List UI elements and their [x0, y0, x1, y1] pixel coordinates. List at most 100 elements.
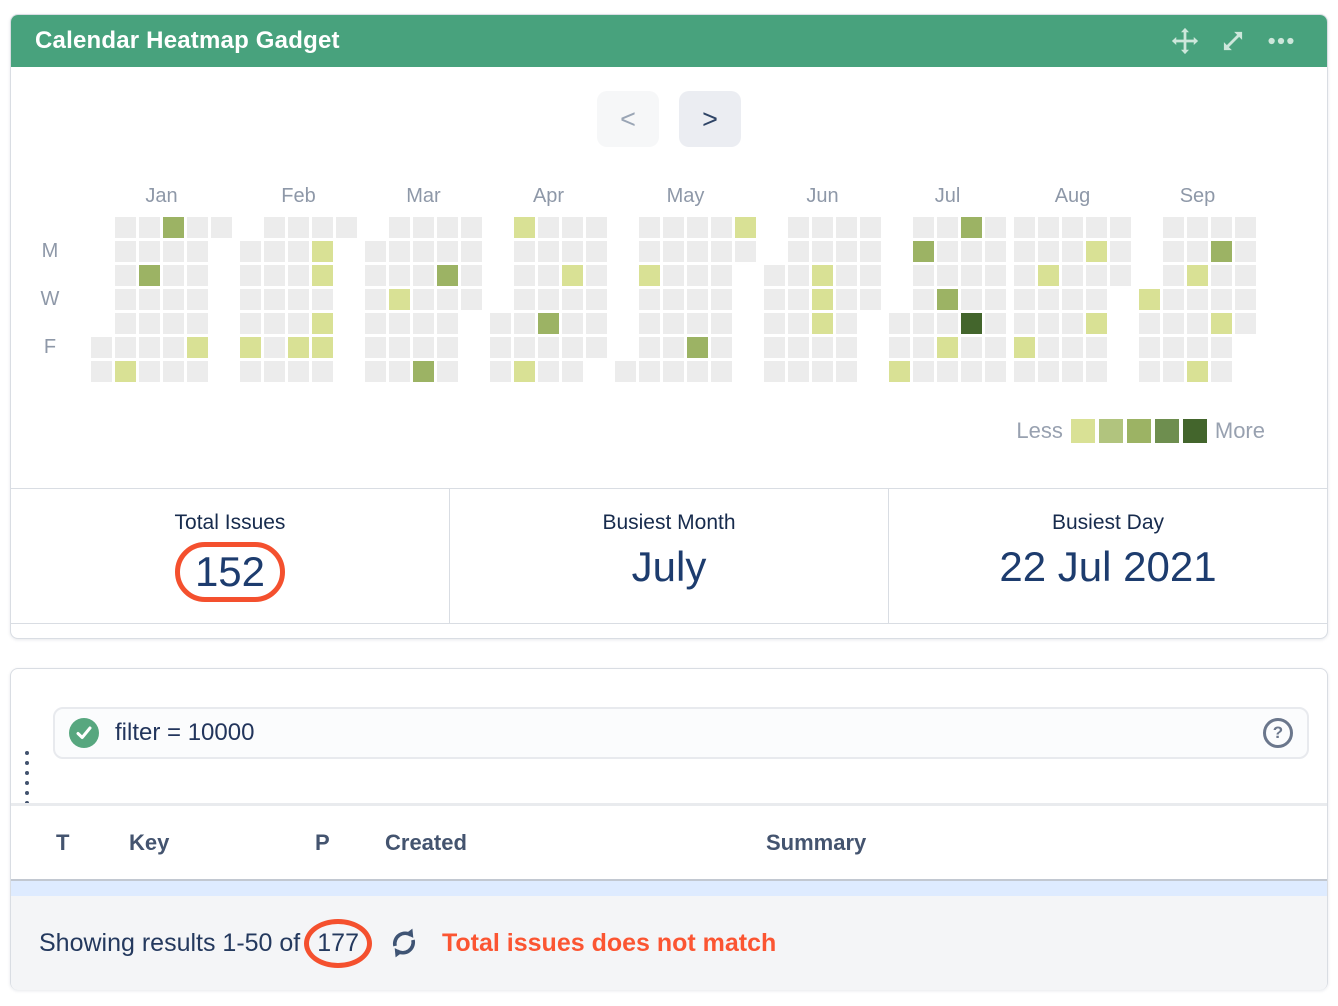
- prev-period-button[interactable]: <: [597, 91, 659, 147]
- heatmap-cell[interactable]: [1211, 361, 1232, 382]
- heatmap-cell[interactable]: [1038, 265, 1059, 286]
- heatmap-cell[interactable]: [860, 265, 881, 286]
- heatmap-cell[interactable]: [115, 241, 136, 262]
- heatmap-cell[interactable]: [860, 241, 881, 262]
- heatmap-cell[interactable]: [413, 217, 434, 238]
- heatmap-cell[interactable]: [961, 361, 982, 382]
- heatmap-cell[interactable]: [788, 337, 809, 358]
- help-icon[interactable]: ?: [1263, 718, 1293, 748]
- heatmap-cell[interactable]: [139, 289, 160, 310]
- heatmap-cell[interactable]: [312, 265, 333, 286]
- heatmap-cell[interactable]: [312, 361, 333, 382]
- heatmap-cell[interactable]: [163, 241, 184, 262]
- heatmap-cell[interactable]: [985, 289, 1006, 310]
- heatmap-cell[interactable]: [788, 313, 809, 334]
- heatmap-cell[interactable]: [764, 265, 785, 286]
- heatmap-cell[interactable]: [490, 313, 511, 334]
- heatmap-cell[interactable]: [836, 361, 857, 382]
- heatmap-cell[interactable]: [937, 265, 958, 286]
- heatmap-cell[interactable]: [1014, 361, 1035, 382]
- heatmap-cell[interactable]: [1062, 241, 1083, 262]
- heatmap-cell[interactable]: [139, 361, 160, 382]
- heatmap-cell[interactable]: [1187, 241, 1208, 262]
- heatmap-cell[interactable]: [538, 361, 559, 382]
- heatmap-cell[interactable]: [1211, 241, 1232, 262]
- heatmap-cell[interactable]: [711, 361, 732, 382]
- heatmap-cell[interactable]: [711, 289, 732, 310]
- heatmap-cell[interactable]: [1038, 241, 1059, 262]
- heatmap-cell[interactable]: [115, 265, 136, 286]
- heatmap-cell[interactable]: [586, 313, 607, 334]
- heatmap-cell[interactable]: [187, 241, 208, 262]
- move-icon[interactable]: [1169, 25, 1201, 57]
- heatmap-cell[interactable]: [913, 361, 934, 382]
- heatmap-cell[interactable]: [187, 265, 208, 286]
- heatmap-cell[interactable]: [1211, 265, 1232, 286]
- heatmap-cell[interactable]: [163, 361, 184, 382]
- heatmap-cell[interactable]: [1086, 241, 1107, 262]
- heatmap-cell[interactable]: [1038, 337, 1059, 358]
- heatmap-cell[interactable]: [1038, 313, 1059, 334]
- heatmap-cell[interactable]: [514, 289, 535, 310]
- heatmap-cell[interactable]: [1110, 241, 1131, 262]
- heatmap-cell[interactable]: [264, 313, 285, 334]
- heatmap-cell[interactable]: [288, 289, 309, 310]
- heatmap-cell[interactable]: [812, 313, 833, 334]
- heatmap-cell[interactable]: [985, 313, 1006, 334]
- refresh-icon[interactable]: [386, 925, 422, 961]
- heatmap-cell[interactable]: [389, 241, 410, 262]
- heatmap-cell[interactable]: [711, 265, 732, 286]
- heatmap-cell[interactable]: [264, 241, 285, 262]
- heatmap-cell[interactable]: [365, 289, 386, 310]
- heatmap-cell[interactable]: [788, 265, 809, 286]
- heatmap-cell[interactable]: [1163, 289, 1184, 310]
- heatmap-cell[interactable]: [389, 361, 410, 382]
- heatmap-cell[interactable]: [889, 361, 910, 382]
- heatmap-cell[interactable]: [812, 217, 833, 238]
- heatmap-cell[interactable]: [663, 313, 684, 334]
- heatmap-cell[interactable]: [711, 313, 732, 334]
- heatmap-cell[interactable]: [985, 217, 1006, 238]
- heatmap-cell[interactable]: [288, 265, 309, 286]
- heatmap-cell[interactable]: [139, 217, 160, 238]
- heatmap-cell[interactable]: [1062, 289, 1083, 310]
- heatmap-cell[interactable]: [687, 217, 708, 238]
- heatmap-cell[interactable]: [562, 265, 583, 286]
- heatmap-cell[interactable]: [663, 337, 684, 358]
- heatmap-cell[interactable]: [937, 337, 958, 358]
- heatmap-cell[interactable]: [240, 313, 261, 334]
- heatmap-cell[interactable]: [264, 217, 285, 238]
- heatmap-cell[interactable]: [187, 361, 208, 382]
- heatmap-cell[interactable]: [437, 241, 458, 262]
- heatmap-cell[interactable]: [687, 337, 708, 358]
- heatmap-cell[interactable]: [711, 241, 732, 262]
- heatmap-cell[interactable]: [687, 289, 708, 310]
- heatmap-cell[interactable]: [1110, 217, 1131, 238]
- heatmap-cell[interactable]: [1139, 313, 1160, 334]
- heatmap-cell[interactable]: [1110, 265, 1131, 286]
- heatmap-cell[interactable]: [1235, 313, 1256, 334]
- heatmap-cell[interactable]: [937, 313, 958, 334]
- heatmap-cell[interactable]: [461, 241, 482, 262]
- heatmap-cell[interactable]: [1235, 217, 1256, 238]
- heatmap-cell[interactable]: [836, 217, 857, 238]
- column-header-summary[interactable]: Summary: [766, 830, 866, 856]
- heatmap-cell[interactable]: [1038, 217, 1059, 238]
- heatmap-cell[interactable]: [1038, 361, 1059, 382]
- heatmap-cell[interactable]: [389, 265, 410, 286]
- heatmap-cell[interactable]: [163, 337, 184, 358]
- heatmap-cell[interactable]: [1062, 217, 1083, 238]
- heatmap-cell[interactable]: [413, 361, 434, 382]
- heatmap-cell[interactable]: [1139, 337, 1160, 358]
- heatmap-cell[interactable]: [163, 265, 184, 286]
- heatmap-cell[interactable]: [812, 361, 833, 382]
- heatmap-cell[interactable]: [514, 337, 535, 358]
- heatmap-cell[interactable]: [115, 361, 136, 382]
- heatmap-cell[interactable]: [562, 313, 583, 334]
- heatmap-cell[interactable]: [913, 337, 934, 358]
- heatmap-cell[interactable]: [1235, 289, 1256, 310]
- heatmap-cell[interactable]: [961, 313, 982, 334]
- heatmap-cell[interactable]: [961, 337, 982, 358]
- heatmap-cell[interactable]: [687, 313, 708, 334]
- heatmap-cell[interactable]: [860, 217, 881, 238]
